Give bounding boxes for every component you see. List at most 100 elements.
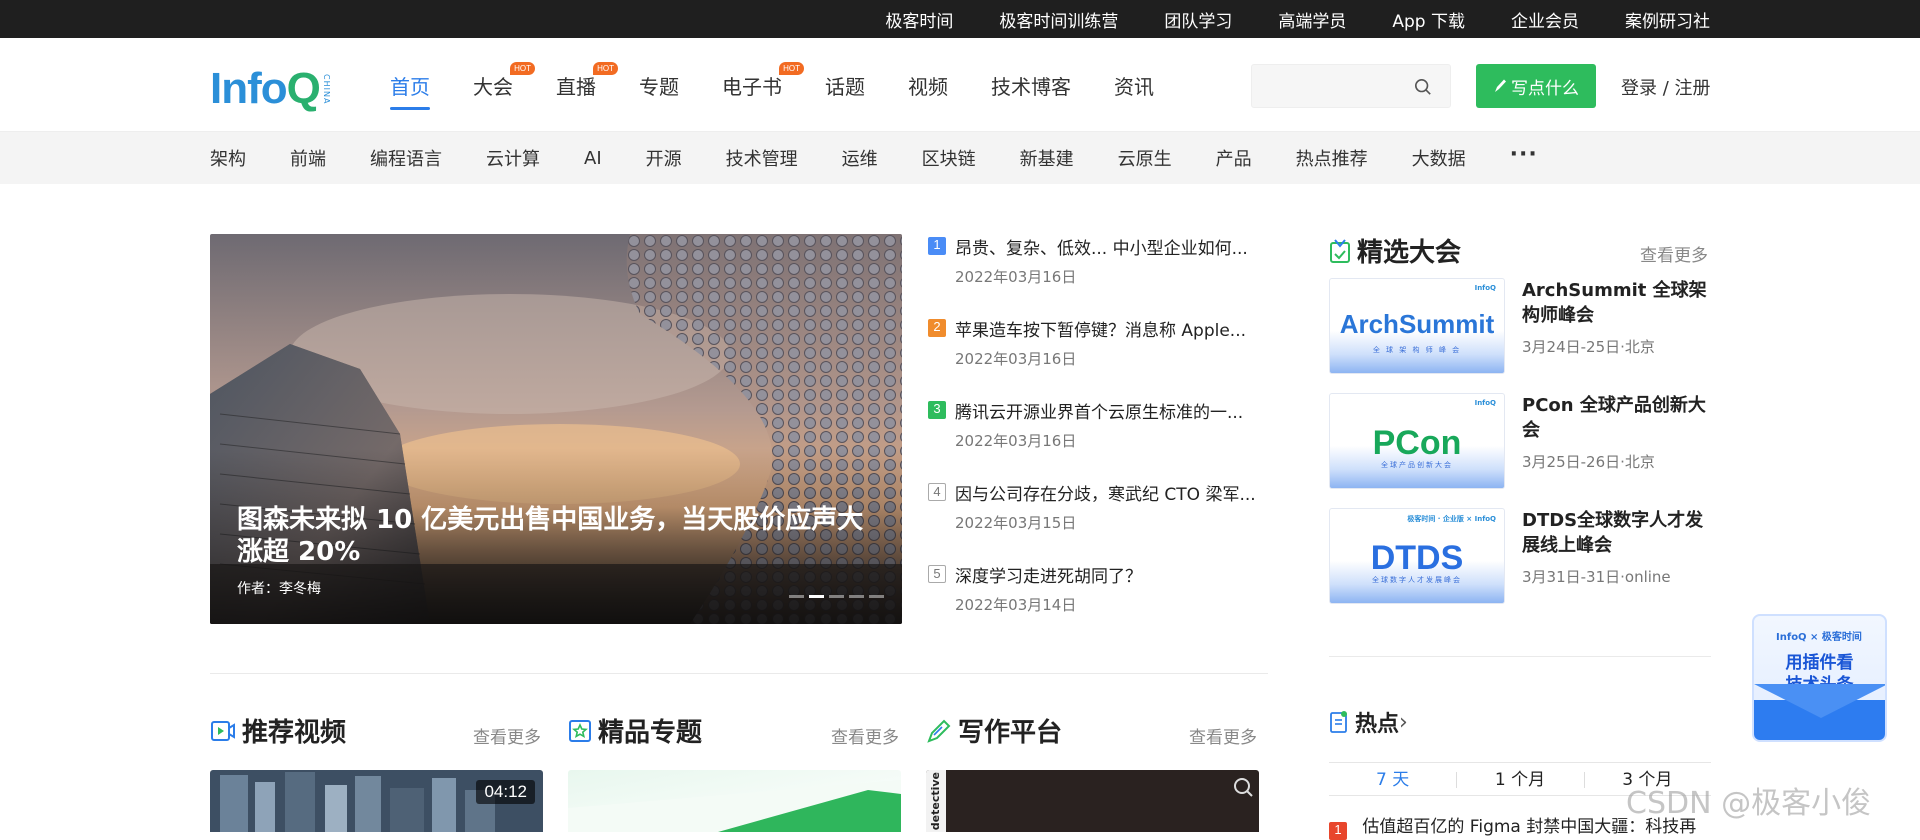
category-item[interactable]: 产品: [1216, 145, 1252, 171]
plugin-promo[interactable]: InfoQ × 极客时间 用插件看 技术头条: [1752, 614, 1887, 742]
carousel-dots: [789, 595, 884, 598]
top-link[interactable]: 案例研习社: [1625, 7, 1710, 32]
carousel-dot[interactable]: [789, 595, 804, 598]
login-link[interactable]: 登录: [1621, 78, 1657, 99]
nav-item[interactable]: 技术博客: [991, 38, 1071, 132]
carousel-dot[interactable]: [829, 595, 844, 598]
news-list: 1 昂贵、复杂、低效... 中小型企业如何... 2022年03月16日 2 苹果造车按…: [928, 234, 1268, 644]
hot-heading[interactable]: 热点: [1355, 706, 1399, 738]
category-item[interactable]: 云计算: [486, 145, 540, 171]
writing-heading: 写作平台: [958, 718, 1063, 748]
news-item[interactable]: 2 苹果造车按下暂停键？消息称 Apple... 2022年03月16日: [928, 316, 1268, 398]
header: InfoQ CHINA 首页 大会 HOT 直播 HOT 专题 电子书 HOT 话题 视频 技术博客…: [0, 38, 1920, 132]
carousel-dot[interactable]: [869, 595, 884, 598]
conference-mini-logo: 极客时间 · 企业版 × InfoQ: [1407, 515, 1496, 523]
nav-item-label: 大会: [473, 74, 513, 99]
nav-item[interactable]: 话题: [825, 38, 865, 132]
nav-item[interactable]: 视频: [908, 38, 948, 132]
conference-thumbnail: ArchSummit 全 球 架 构 师 峰 会 InfoQ: [1329, 278, 1505, 374]
writing-pen-icon: [927, 719, 951, 743]
search-icon[interactable]: [1414, 78, 1432, 96]
news-item[interactable]: 4 因与公司存在分歧，寒武纪 CTO 梁军... 2022年03月15日: [928, 480, 1268, 562]
video-more-link[interactable]: 查看更多: [473, 723, 541, 748]
category-item[interactable]: 开源: [646, 145, 682, 171]
category-item[interactable]: AI: [584, 148, 602, 169]
search-box: [1251, 64, 1451, 108]
category-item[interactable]: 架构: [210, 145, 246, 171]
news-title[interactable]: 深度学习走进死胡同了？: [955, 562, 1142, 587]
top-link[interactable]: 极客时间: [885, 7, 953, 32]
infoq-logo[interactable]: InfoQ CHINA: [210, 64, 331, 113]
writing-card[interactable]: detective: [926, 770, 1259, 832]
top-link[interactable]: 团队学习: [1164, 7, 1232, 32]
nav-item-label: 技术博客: [991, 74, 1071, 99]
more-categories-icon[interactable]: ···: [1510, 142, 1538, 167]
news-date: 2022年03月16日: [955, 268, 1077, 286]
topic-star-icon: [569, 719, 591, 742]
news-title[interactable]: 昂贵、复杂、低效... 中小型企业如何...: [955, 234, 1248, 259]
category-item[interactable]: 云原生: [1118, 145, 1172, 171]
carousel-dot[interactable]: [809, 595, 824, 598]
category-item[interactable]: 大数据: [1412, 145, 1466, 171]
hero-title[interactable]: 图森未来拟 10 亿美元出售中国业务，当天股价应声大涨超 20%: [237, 504, 877, 568]
nav-item[interactable]: 专题: [639, 38, 679, 132]
nav-item-label: 视频: [908, 74, 948, 99]
conference-card[interactable]: ArchSummit 全 球 架 构 师 峰 会 InfoQ ArchSummit 全…: [1329, 278, 1711, 374]
nav-item-label: 首页: [390, 74, 430, 99]
hot-tab[interactable]: 1 个月: [1456, 763, 1583, 795]
category-item[interactable]: 技术管理: [726, 145, 798, 171]
conference-thumbnail: DTDS 全球数字人才发展峰会 极客时间 · 企业版 × InfoQ: [1329, 508, 1505, 604]
register-link[interactable]: 注册: [1675, 78, 1711, 99]
category-item[interactable]: 前端: [290, 145, 326, 171]
search-input[interactable]: [1252, 65, 1412, 107]
nav-item[interactable]: 资讯: [1114, 38, 1154, 132]
topic-more-link[interactable]: 查看更多: [831, 723, 899, 748]
conference-date: 3月25日-26日·北京: [1522, 453, 1655, 471]
conference-card[interactable]: DTDS 全球数字人才发展峰会 极客时间 · 企业版 × InfoQ DTDS全球数字…: [1329, 508, 1711, 604]
hot-tab[interactable]: 7 天: [1329, 763, 1456, 795]
top-link[interactable]: App 下载: [1392, 7, 1465, 32]
top-link[interactable]: 高端学员: [1278, 7, 1346, 32]
category-item[interactable]: 热点推荐: [1296, 145, 1368, 171]
news-item[interactable]: 3 腾讯云开源业界首个云原生标准的一... 2022年03月16日: [928, 398, 1268, 480]
login-separator: /: [1657, 78, 1675, 99]
news-rank: 1: [928, 237, 946, 255]
nav-item[interactable]: 直播 HOT: [556, 38, 618, 132]
conference-date: 3月24日-25日·北京: [1522, 338, 1655, 356]
category-item[interactable]: 区块链: [922, 145, 976, 171]
conference-title[interactable]: DTDS全球数字人才发展线上峰会: [1522, 508, 1707, 558]
news-item[interactable]: 5 深度学习走进死胡同了？ 2022年03月14日: [928, 562, 1268, 644]
write-button[interactable]: 写点什么: [1476, 64, 1596, 108]
hot-badge: HOT: [779, 62, 804, 75]
category-item[interactable]: 编程语言: [370, 145, 442, 171]
category-item[interactable]: 新基建: [1020, 145, 1074, 171]
nav-item[interactable]: 大会 HOT: [473, 38, 535, 132]
carousel-dot[interactable]: [849, 595, 864, 598]
news-title[interactable]: 腾讯云开源业界首个云原生标准的一...: [955, 398, 1243, 423]
topic-card[interactable]: [568, 770, 901, 832]
hot-arrow-icon[interactable]: ›: [1399, 710, 1408, 735]
conference-heading: 精选大会: [1357, 238, 1462, 268]
top-link[interactable]: 企业会员: [1511, 7, 1579, 32]
nav-item[interactable]: 首页: [390, 38, 430, 132]
writing-more-link[interactable]: 查看更多: [1189, 723, 1257, 748]
plugin-line-1: 用插件看: [1785, 653, 1854, 673]
hot-badge: HOT: [593, 62, 618, 75]
conference-mini-logo: InfoQ: [1474, 284, 1496, 292]
nav-item[interactable]: 电子书 HOT: [722, 38, 804, 132]
news-title[interactable]: 苹果造车按下暂停键？消息称 Apple...: [955, 316, 1246, 341]
news-item[interactable]: 1 昂贵、复杂、低效... 中小型企业如何... 2022年03月16日: [928, 234, 1268, 316]
top-link[interactable]: 极客时间训练营: [999, 7, 1118, 32]
conference-title[interactable]: PCon 全球产品创新大会: [1522, 393, 1707, 443]
writing-thumbnail: [926, 770, 1259, 832]
conference-brand: PCon: [1372, 424, 1462, 462]
video-card[interactable]: 04:12: [210, 770, 543, 832]
hero-carousel[interactable]: 图森未来拟 10 亿美元出售中国业务，当天股价应声大涨超 20% 作者：李冬梅: [210, 234, 902, 624]
video-header: 推荐视频: [210, 712, 346, 749]
conference-title[interactable]: ArchSummit 全球架构师峰会: [1522, 278, 1707, 328]
conference-more-link[interactable]: 查看更多: [1640, 241, 1708, 266]
conference-card[interactable]: PCon 全球产品创新大会 InfoQ PCon 全球产品创新大会 3月25日-26日·…: [1329, 393, 1711, 489]
right-divider: [1329, 656, 1711, 657]
category-item[interactable]: 运维: [842, 145, 878, 171]
news-title[interactable]: 因与公司存在分歧，寒武纪 CTO 梁军...: [955, 480, 1256, 505]
